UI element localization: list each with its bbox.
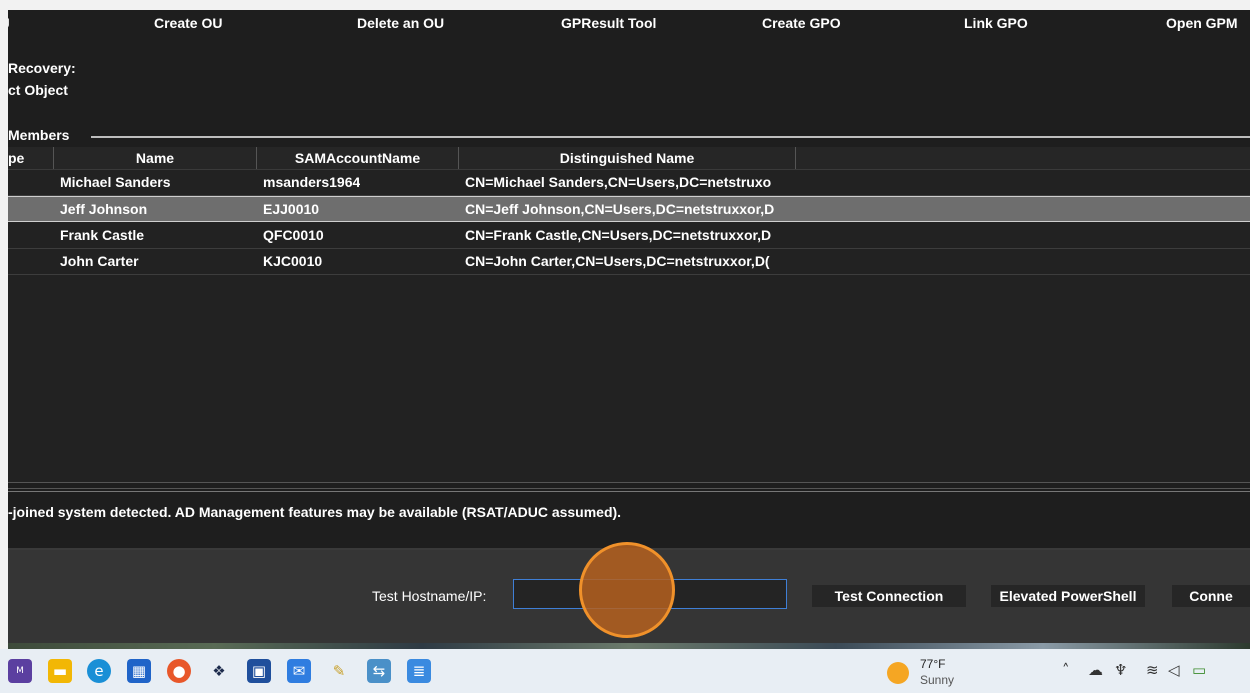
object-label: ct Object bbox=[8, 82, 68, 98]
cell-name: John Carter bbox=[60, 253, 139, 269]
groupbox-divider bbox=[91, 136, 1250, 138]
weather-temperature[interactable]: 77°F bbox=[920, 657, 945, 671]
m365-icon[interactable]: M bbox=[8, 659, 32, 683]
column-header-distinguished-name[interactable]: Distinguished Name bbox=[459, 147, 796, 169]
taskbar: M ▬ e ▦ ● ❖ ▣ ✉ ✎ ⇆ ≣ 77°F Sunny ˄ ☁ ♆ ≋… bbox=[0, 649, 1250, 693]
firefox-icon[interactable]: ● bbox=[167, 659, 191, 683]
notepad-icon[interactable]: ≣ bbox=[407, 659, 431, 683]
cell-sam: msanders1964 bbox=[263, 174, 361, 190]
status-message: -joined system detected. AD Management f… bbox=[8, 504, 622, 520]
members-title: Members bbox=[8, 127, 70, 143]
delete-ou-button[interactable]: Delete an OU bbox=[357, 10, 444, 36]
panel-divider bbox=[8, 491, 1250, 492]
battery-icon[interactable]: ▭ bbox=[1192, 661, 1206, 679]
app-icon[interactable]: ▣ bbox=[247, 659, 271, 683]
members-grid[interactable]: pe Name SAMAccountName Distinguished Nam… bbox=[8, 147, 1250, 483]
cell-name: Frank Castle bbox=[60, 227, 145, 243]
column-header-type[interactable]: pe bbox=[8, 147, 54, 169]
gpresult-tool-button[interactable]: GPResult Tool bbox=[561, 10, 656, 36]
link-gpo-button[interactable]: Link GPO bbox=[964, 10, 1028, 36]
cell-sam: QFC0010 bbox=[263, 227, 324, 243]
create-ou-button[interactable]: Create OU bbox=[154, 10, 222, 36]
notes-icon[interactable]: ✎ bbox=[327, 659, 351, 683]
table-row[interactable]: Michael Sanders msanders1964 CN=Michael … bbox=[8, 170, 1250, 196]
cell-dn: CN=Michael Sanders,CN=Users,DC=netstruxo bbox=[465, 174, 772, 190]
outlook-icon[interactable]: ✉ bbox=[287, 659, 311, 683]
file-explorer-icon[interactable]: ▬ bbox=[48, 659, 72, 683]
column-header-samaccountname[interactable]: SAMAccountName bbox=[257, 147, 459, 169]
cell-name: Jeff Johnson bbox=[60, 201, 148, 217]
grid-header: pe Name SAMAccountName Distinguished Nam… bbox=[8, 147, 1250, 170]
wifi-icon[interactable]: ≋ bbox=[1146, 661, 1159, 679]
volume-icon[interactable]: ◁ bbox=[1168, 661, 1180, 679]
column-header-name[interactable]: Name bbox=[54, 147, 257, 169]
click-indicator bbox=[579, 542, 675, 638]
microphone-icon[interactable]: ♆ bbox=[1114, 661, 1127, 679]
edge-icon[interactable]: e bbox=[87, 659, 111, 683]
members-groupbox-header: Members bbox=[8, 125, 1250, 145]
weather-sun-icon[interactable] bbox=[887, 662, 909, 684]
grid-scrollbar-track[interactable] bbox=[8, 488, 1250, 489]
onedrive-icon[interactable]: ☁ bbox=[1088, 661, 1103, 679]
cell-dn: CN=Jeff Johnson,CN=Users,DC=netstruxxor,… bbox=[465, 201, 775, 217]
hostname-label: Test Hostname/IP: bbox=[372, 588, 487, 604]
dropbox-icon[interactable]: ❖ bbox=[207, 659, 231, 683]
table-row[interactable]: Frank Castle QFC0010 CN=Frank Castle,CN=… bbox=[8, 223, 1250, 249]
cell-sam: KJC0010 bbox=[263, 253, 323, 269]
recovery-label: Recovery: bbox=[8, 60, 76, 76]
chevron-up-icon[interactable]: ˄ bbox=[1062, 661, 1070, 679]
store-icon[interactable]: ▦ bbox=[127, 659, 151, 683]
create-gpo-button[interactable]: Create GPO bbox=[762, 10, 841, 36]
cell-dn: CN=John Carter,CN=Users,DC=netstruxxor,D… bbox=[465, 253, 770, 269]
table-row[interactable]: John Carter KJC0010 CN=John Carter,CN=Us… bbox=[8, 249, 1250, 275]
elevated-powershell-button[interactable]: Elevated PowerShell bbox=[991, 585, 1145, 607]
open-gpm-button[interactable]: Open GPM bbox=[1166, 10, 1238, 36]
weather-condition[interactable]: Sunny bbox=[920, 673, 954, 687]
toolbar: J Create OU Delete an OU GPResult Tool C… bbox=[8, 10, 1250, 40]
remote-desktop-icon[interactable]: ⇆ bbox=[367, 659, 391, 683]
toolbar-partial-item[interactable]: J bbox=[8, 10, 10, 36]
connect-button[interactable]: Conne bbox=[1172, 585, 1250, 607]
cell-name: Michael Sanders bbox=[60, 174, 171, 190]
cell-dn: CN=Frank Castle,CN=Users,DC=netstruxxor,… bbox=[465, 227, 772, 243]
cell-sam: EJJ0010 bbox=[263, 201, 320, 217]
table-row-selected[interactable]: Jeff Johnson EJJ0010 CN=Jeff Johnson,CN=… bbox=[8, 196, 1250, 222]
test-connection-button[interactable]: Test Connection bbox=[812, 585, 966, 607]
